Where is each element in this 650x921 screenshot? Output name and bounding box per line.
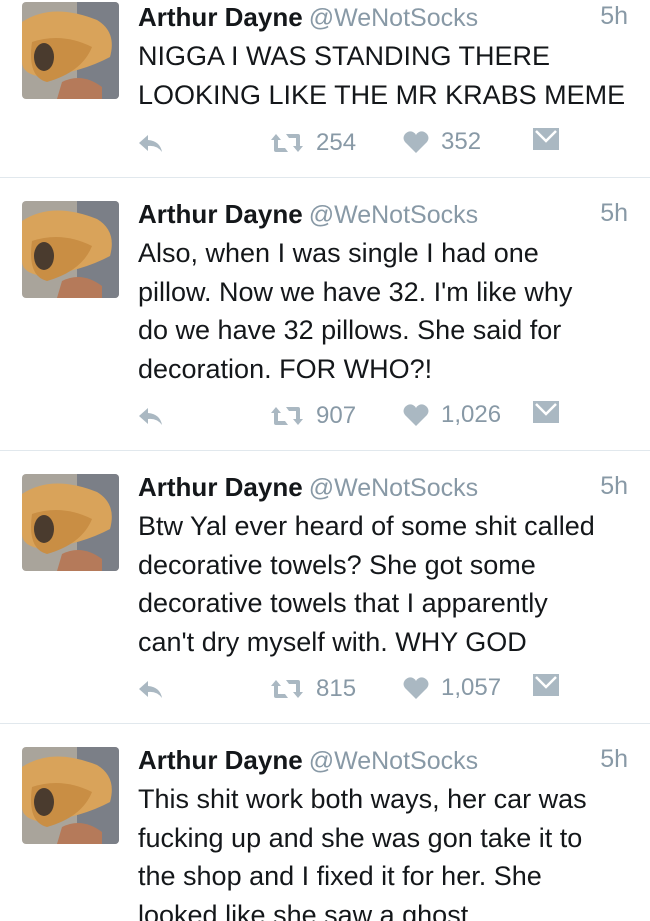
avatar[interactable] — [22, 201, 119, 298]
tweet-text-line: LOOKING LIKE THE MR KRABS MEME — [138, 79, 626, 110]
retweet-count: 815 — [316, 675, 357, 702]
reply-icon — [135, 401, 165, 431]
retweet-button[interactable]: 907 — [270, 401, 356, 431]
timestamp[interactable]: 5h — [600, 2, 628, 31]
tweet-text: NIGGA I WAS STANDING THERE LOOKING LIKE … — [138, 37, 633, 114]
like-count: 352 — [441, 128, 482, 155]
direct-message-button[interactable] — [533, 128, 559, 150]
tweet-text-line: decorative towels that I apparently — [138, 588, 548, 618]
tweet-text-line: the shop and I fixed it for her. She — [138, 861, 542, 891]
reply-button[interactable] — [135, 674, 165, 704]
author-handle[interactable]: @WeNotSocks — [309, 4, 478, 32]
tweet-text-line: Btw Yal ever heard of some shit called — [138, 511, 595, 541]
author-handle[interactable]: @WeNotSocks — [309, 201, 478, 229]
envelope-icon — [533, 674, 559, 696]
author-name[interactable]: Arthur Dayne — [138, 199, 303, 229]
retweet-count: 907 — [316, 402, 357, 429]
direct-message-button[interactable] — [533, 674, 559, 696]
tweet-actions: 815 1,057 — [135, 674, 565, 708]
heart-icon — [403, 403, 429, 427]
tweet-text-line: NIGGA I WAS STANDING THERE — [138, 41, 551, 71]
retweet-icon — [270, 128, 304, 158]
retweet-icon — [270, 401, 304, 431]
retweet-count: 254 — [316, 129, 357, 156]
author-name[interactable]: Arthur Dayne — [138, 745, 303, 775]
like-button[interactable]: 1,057 — [403, 674, 501, 702]
retweet-button[interactable]: 254 — [270, 128, 356, 158]
author-handle[interactable]: @WeNotSocks — [309, 474, 478, 502]
author-name[interactable]: Arthur Dayne — [138, 472, 303, 502]
tweet-text-line: This shit work both ways, her car was — [138, 784, 587, 814]
tweet-text-line: looked like she saw a ghost — [138, 899, 469, 921]
avatar[interactable] — [22, 747, 119, 844]
heart-icon — [403, 676, 429, 700]
tweet-text: Also, when I was single I had one pillow… — [138, 234, 633, 388]
avatar[interactable] — [22, 474, 119, 571]
tweet[interactable]: Arthur Dayne @WeNotSocks 5h Also, when I … — [0, 178, 650, 451]
tweet-text-line: Also, when I was single I had one — [138, 238, 539, 268]
tweet-text-line: can't dry myself with. WHY GOD — [138, 626, 527, 657]
retweet-icon — [270, 674, 304, 704]
reply-button[interactable] — [135, 401, 165, 431]
author-name[interactable]: Arthur Dayne — [138, 2, 303, 32]
tweet-text-line: fucking up and she was gon take it to — [138, 822, 583, 853]
retweet-button[interactable]: 815 — [270, 674, 356, 704]
reply-icon — [135, 674, 165, 704]
like-count: 1,057 — [441, 674, 502, 701]
tweet-actions: 254 352 — [135, 128, 565, 162]
like-count: 1,026 — [441, 401, 502, 428]
envelope-icon — [533, 401, 559, 423]
tweet-text-line: do we have 32 pillows. She said for — [138, 315, 562, 345]
timestamp[interactable]: 5h — [600, 745, 628, 774]
tweet[interactable]: Arthur Dayne @WeNotSocks 5h This shit wor… — [0, 724, 650, 921]
like-button[interactable]: 1,026 — [403, 401, 501, 429]
avatar[interactable] — [22, 2, 119, 99]
like-button[interactable]: 352 — [403, 128, 481, 156]
tweet-text-line: decorative towels? She got some — [138, 549, 536, 580]
tweet[interactable]: Arthur Dayne @WeNotSocks 5h NIGGA I WAS S… — [0, 0, 650, 178]
timestamp[interactable]: 5h — [600, 472, 628, 501]
tweet-text: Btw Yal ever heard of some shit called d… — [138, 507, 633, 661]
tweet-actions: 907 1,026 — [135, 401, 565, 435]
tweet-text-line: decoration. FOR WHO?! — [138, 353, 433, 384]
tweet[interactable]: Arthur Dayne @WeNotSocks 5h Btw Yal ever … — [0, 451, 650, 724]
reply-icon — [135, 128, 165, 158]
author-handle[interactable]: @WeNotSocks — [309, 747, 478, 775]
tweet-text-line: pillow. Now we have 32. I'm like why — [138, 276, 573, 307]
direct-message-button[interactable] — [533, 401, 559, 423]
envelope-icon — [533, 128, 559, 150]
heart-icon — [403, 130, 429, 154]
tweet-text: This shit work both ways, her car was fu… — [138, 780, 633, 921]
timestamp[interactable]: 5h — [600, 199, 628, 228]
reply-button[interactable] — [135, 128, 165, 158]
